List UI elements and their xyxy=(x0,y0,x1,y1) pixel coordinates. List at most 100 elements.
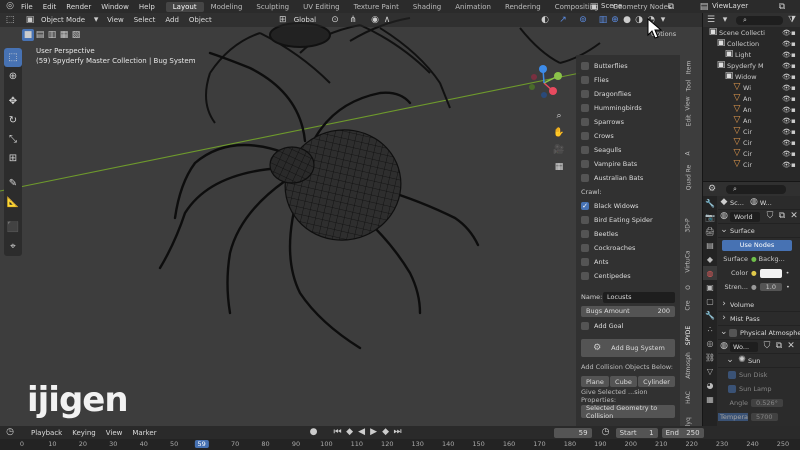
modifier-tab-icon[interactable]: 🔧 xyxy=(703,308,717,322)
shading-material-icon[interactable]: ◑ xyxy=(633,14,645,26)
viewport-menu-add[interactable]: Add xyxy=(160,16,184,24)
selected-geometry-collision-button[interactable]: Selected Geometry to Collision xyxy=(581,404,675,420)
xray-icon[interactable]: ▥ xyxy=(597,14,609,26)
outliner-item[interactable]: ▣ Widow 👁 ▪ xyxy=(703,71,800,82)
world-tab-icon[interactable]: ◍ xyxy=(703,266,717,280)
add-goal-checkbox[interactable]: Add Goal xyxy=(581,319,675,333)
falloff-icon[interactable]: ∧ xyxy=(381,14,393,26)
scene-name[interactable]: Scene xyxy=(601,2,622,10)
outliner-item[interactable]: ▣ Collection 👁 ▪ xyxy=(703,38,800,49)
sun-lamp-checkbox[interactable] xyxy=(728,385,736,393)
angle-field[interactable]: 0.526° xyxy=(751,399,783,407)
select-extend-icon[interactable]: ▤ xyxy=(34,29,46,41)
keying-menu[interactable]: Keying xyxy=(67,429,101,437)
view-layer-name[interactable]: ViewLayer xyxy=(712,2,748,10)
properties-type-icon[interactable]: ⚙ xyxy=(706,183,718,195)
world-browse-icon[interactable]: ◍ xyxy=(718,341,730,353)
plane-button[interactable]: Plane xyxy=(581,376,609,387)
annotate-tool-icon[interactable]: ✎ xyxy=(4,174,22,193)
scene-tab-icon[interactable]: ◆ xyxy=(703,252,717,266)
eye-icon[interactable]: 👁 xyxy=(782,40,791,48)
object-tab-icon[interactable]: ▢ xyxy=(703,294,717,308)
name-input[interactable]: Locusts xyxy=(603,291,675,303)
sun-disk-row[interactable]: Sun Disk xyxy=(718,368,800,382)
eye-icon[interactable]: 👁 xyxy=(782,139,791,147)
jump-start-icon[interactable]: ⏮ xyxy=(332,427,344,439)
eye-icon[interactable]: 👁 xyxy=(782,73,791,81)
camera-view-icon[interactable]: 🎥 xyxy=(552,141,566,158)
select-box-tool-icon[interactable]: ⬚ xyxy=(4,48,22,67)
sidebar-tab-10[interactable]: SPYDE xyxy=(682,325,695,345)
scene-icon[interactable]: ▣ xyxy=(588,1,600,13)
start-frame-field[interactable]: Start 1 xyxy=(615,427,658,438)
collection-tab-icon[interactable]: ▣ xyxy=(703,280,717,294)
tab-texture-paint[interactable]: Texture Paint xyxy=(347,2,406,12)
camera-icon[interactable]: ▪ xyxy=(791,95,800,103)
surface-section-header[interactable]: ⌄ Surface xyxy=(718,224,800,238)
outliner-type-icon[interactable]: ☰ xyxy=(706,14,716,26)
flying-checkbox-6[interactable]: Seagulls xyxy=(581,143,675,157)
display-mode-icon[interactable]: ▾ xyxy=(720,14,730,26)
mode-select[interactable]: Object Mode xyxy=(36,16,90,24)
marker-menu[interactable]: Marker xyxy=(127,429,161,437)
physical-atmosphere-checkbox[interactable] xyxy=(729,328,738,337)
measure-tool-icon[interactable]: 📐 xyxy=(4,193,22,212)
transform-orientation[interactable]: Global xyxy=(289,16,321,24)
sidebar-tab-12[interactable]: HAC xyxy=(682,387,695,407)
mist-pass-section-header[interactable]: › Mist Pass xyxy=(718,312,800,326)
constraints-tab-icon[interactable]: ⛓ xyxy=(703,350,717,364)
camera-icon[interactable]: ▪ xyxy=(791,150,800,158)
volume-section-header[interactable]: › Volume xyxy=(718,298,800,312)
camera-icon[interactable]: ▪ xyxy=(791,161,800,169)
select-intersect-icon[interactable]: ▧ xyxy=(70,29,82,41)
viewport-menu-select[interactable]: Select xyxy=(129,16,161,24)
world-browse-icon[interactable]: ◍ xyxy=(718,211,730,223)
crawl-checkbox-1[interactable]: Bird Eating Spider xyxy=(581,213,675,227)
editor-type-icon[interactable]: ⬚ xyxy=(4,14,16,26)
view-layer-icon[interactable]: ▤ xyxy=(698,1,710,13)
camera-icon[interactable]: ▪ xyxy=(791,106,800,114)
cube-button[interactable]: Cube xyxy=(610,376,637,387)
world-name-field[interactable]: World xyxy=(730,211,760,222)
sun-lamp-row[interactable]: Sun Lamp xyxy=(718,382,800,396)
outliner-item[interactable]: ▽ Cir 👁 ▪ xyxy=(703,137,800,148)
data-tab-icon[interactable]: ▽ xyxy=(703,364,717,378)
crawl-checkbox-2[interactable]: Beetles xyxy=(581,227,675,241)
sidebar-tab-4[interactable]: A xyxy=(682,143,695,163)
flying-checkbox-0[interactable]: Butterflies xyxy=(581,59,675,73)
play-reverse-icon[interactable]: ◀ xyxy=(356,427,368,439)
flying-checkbox-3[interactable]: Hummingbirds xyxy=(581,101,675,115)
outliner-item[interactable]: ▽ An 👁 ▪ xyxy=(703,93,800,104)
outliner-search[interactable]: ⌕ xyxy=(735,15,784,25)
scale-tool-icon[interactable]: ⤡ xyxy=(4,130,22,149)
eye-icon[interactable]: 👁 xyxy=(782,150,791,158)
view-layer-tab-icon[interactable]: ▤ xyxy=(703,238,717,252)
camera-icon[interactable]: ▪ xyxy=(791,40,800,48)
overlay-icon[interactable]: ⊚ xyxy=(577,14,589,26)
frame-ruler[interactable]: 0 10 20 30 40 50 59 70 80 90 100 110 120 130 140 150 160… xyxy=(0,439,800,450)
outliner-item[interactable]: ▽ Wi 👁 ▪ xyxy=(703,82,800,93)
sidebar-tab-7[interactable]: VirtuCa xyxy=(682,250,695,272)
eye-icon[interactable]: 👁 xyxy=(782,128,791,136)
add-bug-system-button[interactable]: ⚙ Add Bug System xyxy=(581,339,675,357)
duplicate-icon[interactable]: ⧉ xyxy=(776,211,788,223)
sidebar-tab-9[interactable]: Cre xyxy=(682,295,695,315)
move-tool-icon[interactable]: ✥ xyxy=(4,92,22,111)
eye-icon[interactable]: 👁 xyxy=(782,161,791,169)
menu-edit[interactable]: Edit xyxy=(38,3,62,11)
proportional-edit-icon[interactable]: ◉ xyxy=(369,14,381,26)
gizmo-toggle-icon[interactable]: ↗ xyxy=(557,14,569,26)
select-invert-icon[interactable]: ▦ xyxy=(58,29,70,41)
flying-checkbox-7[interactable]: Vampire Bats xyxy=(581,157,675,171)
strength-dot-menu[interactable]: • xyxy=(786,283,790,291)
new-view-layer-icon[interactable]: ⧉ xyxy=(776,1,788,13)
camera-icon[interactable]: ▪ xyxy=(791,62,800,70)
crawl-checkbox-5[interactable]: Centipedes xyxy=(581,269,675,283)
timeline-editor-icon[interactable]: ◷ xyxy=(4,427,16,439)
texture-tab-icon[interactable]: ▦ xyxy=(703,392,717,406)
grid-toggle-icon[interactable]: ▦ xyxy=(552,158,566,175)
play-icon[interactable]: ▶ xyxy=(368,427,380,439)
camera-icon[interactable]: ▪ xyxy=(791,84,800,92)
transform-tool-icon[interactable]: ⊞ xyxy=(4,149,22,168)
playback-menu[interactable]: Playback xyxy=(26,429,67,437)
